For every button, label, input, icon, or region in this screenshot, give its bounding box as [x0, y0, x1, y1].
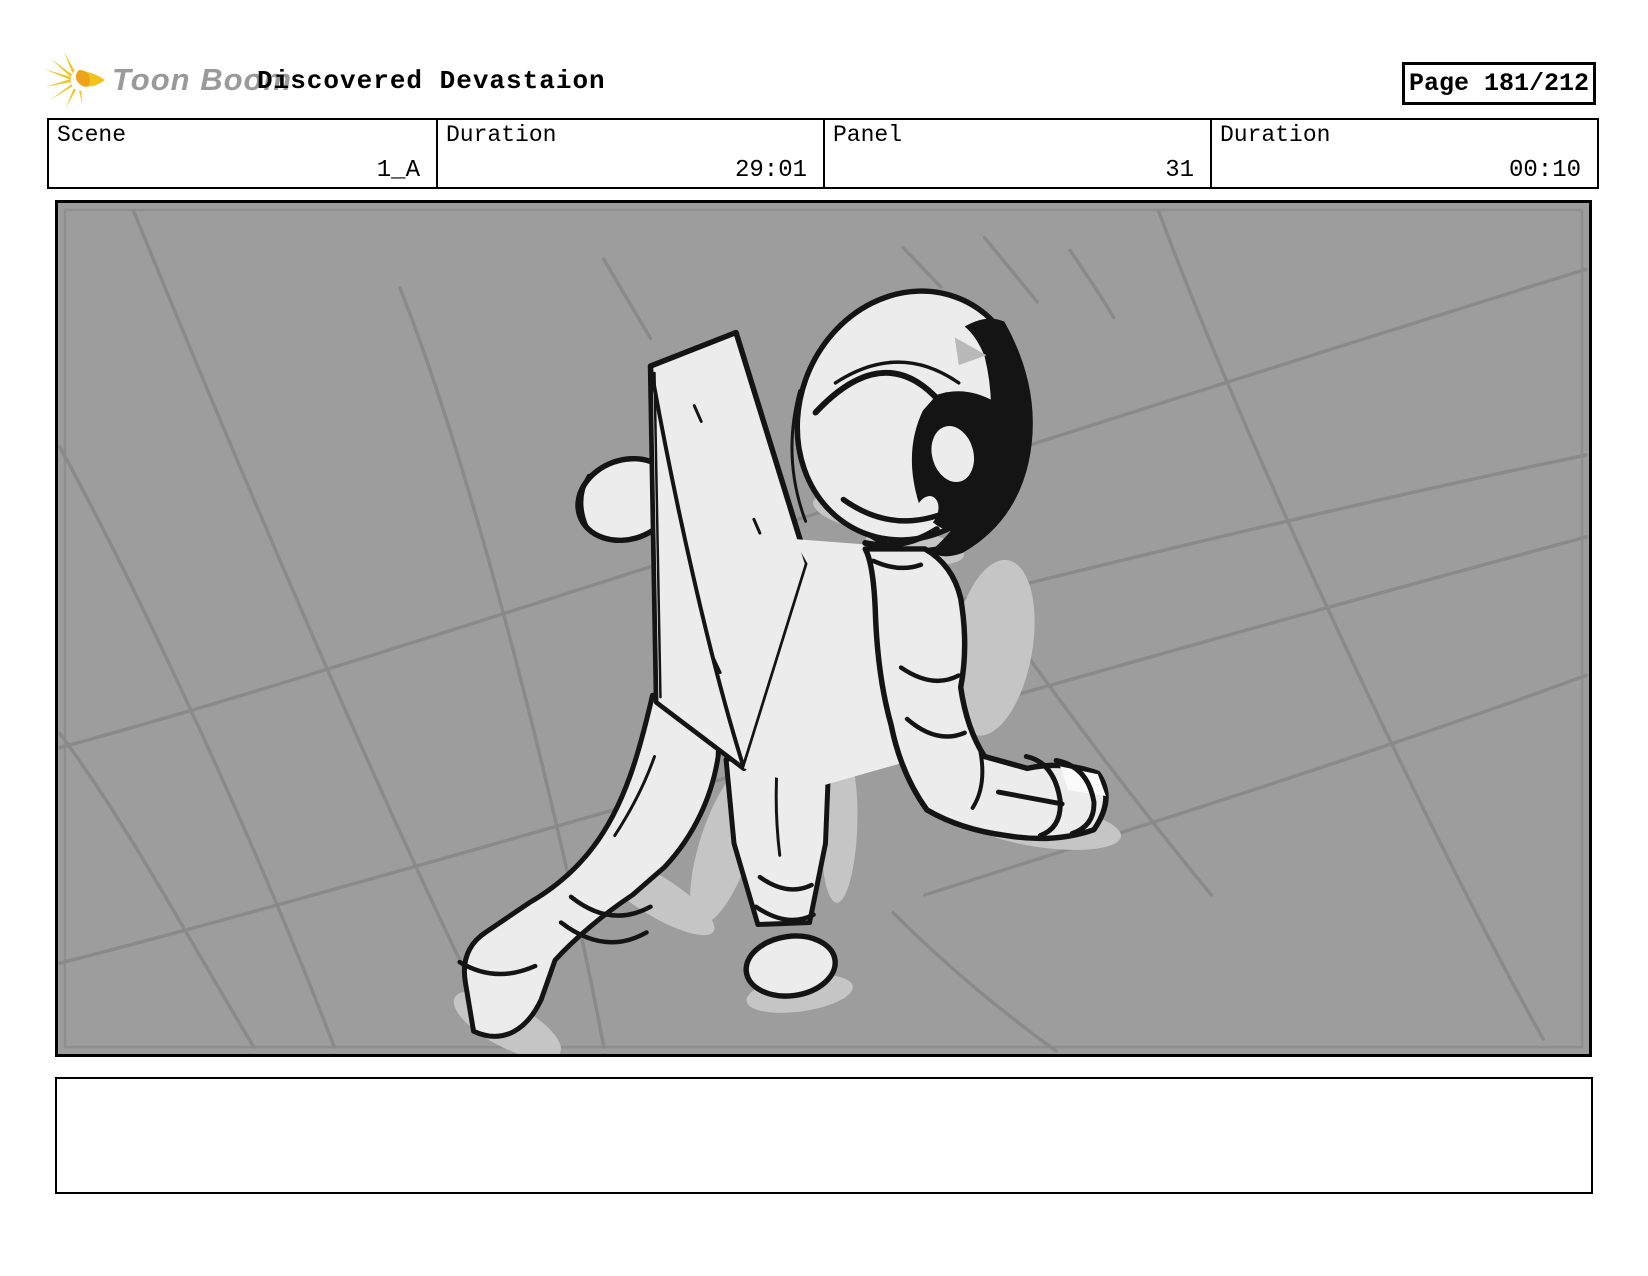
storyboard-page: Toon Boom Discovered Devastaion Page 181… [0, 0, 1648, 1276]
scene-label: Scene [57, 122, 127, 148]
info-cell-panel: Panel 31 [823, 120, 1210, 187]
project-title: Discovered Devastaion [257, 66, 606, 96]
panel-label: Panel [833, 122, 903, 148]
caption-box [55, 1077, 1593, 1194]
panel-value: 31 [1165, 157, 1194, 184]
toonboom-logo-icon [44, 52, 105, 108]
scene-duration-value: 29:01 [734, 157, 807, 184]
panel-duration-label: Duration [1220, 122, 1331, 148]
info-cell-scene: Scene 1_A [49, 120, 436, 187]
scene-duration-label: Duration [446, 122, 557, 148]
panel-duration-value: 00:10 [1508, 157, 1581, 184]
panel-info-bar: Scene 1_A Duration 29:01 Panel 31 Durati… [47, 118, 1599, 189]
info-cell-scene-duration: Duration 29:01 [436, 120, 823, 187]
storyboard-panel-image [55, 200, 1592, 1057]
info-cell-panel-duration: Duration 00:10 [1210, 120, 1597, 187]
panel-drawing-svg [58, 203, 1589, 1054]
scene-value: 1_A [376, 157, 420, 184]
page-number-box: Page 181/212 [1402, 62, 1596, 105]
